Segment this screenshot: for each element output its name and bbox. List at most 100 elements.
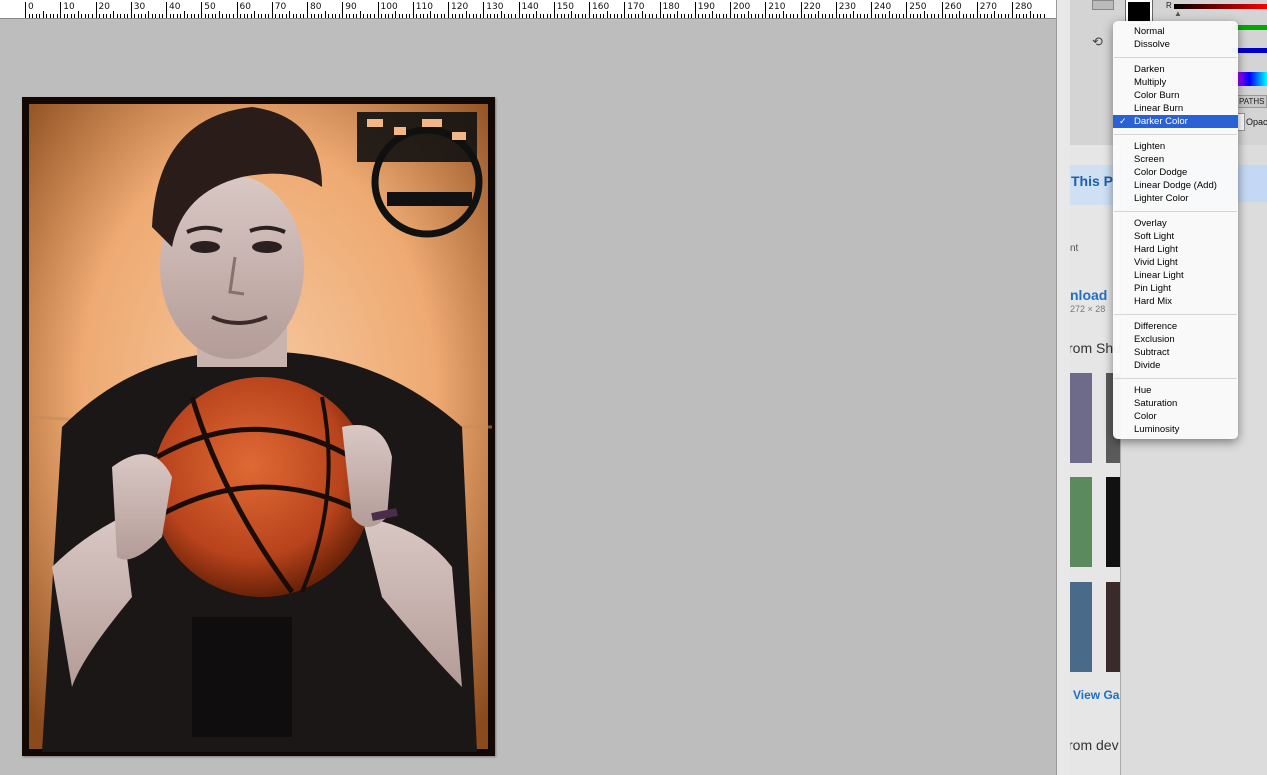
menu-item-label: Exclusion <box>1134 334 1175 345</box>
mini-button[interactable] <box>1092 0 1114 10</box>
blend-mode-pin-light[interactable]: Pin Light <box>1113 282 1238 295</box>
ruler-minor-tick <box>768 14 770 18</box>
ruler-minor-tick <box>514 14 516 18</box>
ruler-minor-tick <box>937 14 939 18</box>
ruler-minor-tick <box>726 14 728 18</box>
blend-mode-normal[interactable]: Normal <box>1113 25 1238 38</box>
ruler-major-tick <box>800 2 802 18</box>
blend-mode-lighten[interactable]: Lighten <box>1113 140 1238 153</box>
thumbnail[interactable] <box>1070 373 1092 463</box>
ruler-minor-tick <box>878 14 880 18</box>
ruler-minor-tick <box>426 14 428 18</box>
horizontal-ruler[interactable]: 0 10 20 30 40 50 60 70 80 90 100 110 120 130 140 150 160… <box>0 0 1056 19</box>
ruler-minor-tick <box>451 14 453 18</box>
blend-mode-color-burn[interactable]: Color Burn <box>1113 89 1238 102</box>
blend-mode-dissolve[interactable]: Dissolve <box>1113 38 1238 51</box>
ruler-minor-tick <box>895 14 897 18</box>
ruler-minor-tick <box>1004 14 1006 18</box>
blend-mode-saturation[interactable]: Saturation <box>1113 397 1238 410</box>
ruler-minor-tick <box>860 14 862 18</box>
ruler-major-tick <box>659 2 661 18</box>
ruler-minor-tick <box>945 14 947 18</box>
ruler-minor-tick <box>324 11 326 18</box>
slider-handle[interactable]: ▲ <box>1174 9 1182 18</box>
ruler-minor-tick <box>687 14 689 18</box>
blend-mode-color[interactable]: Color <box>1113 410 1238 423</box>
thumbnail[interactable] <box>1106 582 1120 672</box>
blend-mode-vivid-light[interactable]: Vivid Light <box>1113 256 1238 269</box>
blend-mode-hard-light[interactable]: Hard Light <box>1113 243 1238 256</box>
blend-mode-soft-light[interactable]: Soft Light <box>1113 230 1238 243</box>
ruler-minor-tick <box>109 14 111 18</box>
thumbnail[interactable] <box>1070 477 1092 567</box>
menu-item-label: Pin Light <box>1134 283 1171 294</box>
ruler-minor-tick <box>772 14 774 18</box>
blend-mode-linear-burn[interactable]: Linear Burn <box>1113 102 1238 115</box>
ruler-minor-tick <box>1040 14 1042 18</box>
blend-mode-divide[interactable]: Divide <box>1113 359 1238 372</box>
blend-mode-linear-light[interactable]: Linear Light <box>1113 269 1238 282</box>
ruler-minor-tick <box>779 14 781 18</box>
ruler-minor-tick <box>610 14 612 18</box>
canvas-vertical-scrollbar[interactable] <box>1056 0 1071 775</box>
ruler-minor-tick <box>913 14 915 18</box>
ruler-minor-tick <box>229 14 231 18</box>
blend-mode-exclusion[interactable]: Exclusion <box>1113 333 1238 346</box>
menu-item-label: Vivid Light <box>1134 257 1178 268</box>
ruler-minor-tick <box>208 14 210 18</box>
ruler-label: 10 <box>63 2 75 12</box>
ruler-minor-tick <box>497 14 499 18</box>
ruler-minor-tick <box>1015 14 1017 18</box>
blend-mode-screen[interactable]: Screen <box>1113 153 1238 166</box>
ruler-minor-tick <box>846 14 848 18</box>
ruler-minor-tick <box>74 14 76 18</box>
ruler-minor-tick <box>842 14 844 18</box>
blend-mode-subtract[interactable]: Subtract <box>1113 346 1238 359</box>
ruler-minor-tick <box>28 14 30 18</box>
blend-mode-menu[interactable]: Normal Dissolve Darken Multiply Color Burn Li… <box>1113 21 1238 439</box>
paths-tab[interactable]: PATHS <box>1236 95 1267 108</box>
ruler-minor-tick <box>169 14 171 18</box>
ruler-minor-tick <box>592 14 594 18</box>
ruler-minor-tick <box>881 14 883 18</box>
ruler-minor-tick <box>557 14 559 18</box>
blend-mode-hard-mix[interactable]: Hard Mix <box>1113 295 1238 308</box>
blend-mode-luminosity[interactable]: Luminosity <box>1113 423 1238 436</box>
ruler-minor-tick <box>381 14 383 18</box>
ruler-minor-tick <box>966 14 968 18</box>
ruler-minor-tick <box>257 14 259 18</box>
ruler-minor-tick <box>522 14 524 18</box>
ruler-minor-tick <box>472 14 474 18</box>
ruler-minor-tick <box>190 14 192 18</box>
ruler-minor-tick <box>1029 11 1031 18</box>
red-slider[interactable] <box>1174 4 1267 9</box>
ruler-minor-tick <box>814 14 816 18</box>
ruler-minor-tick <box>123 14 125 18</box>
ruler-minor-tick <box>303 14 305 18</box>
ruler-minor-tick <box>751 14 753 18</box>
ruler-minor-tick <box>796 14 798 18</box>
download-link[interactable]: nload <box>1070 287 1107 303</box>
document-image[interactable] <box>22 97 495 756</box>
blend-mode-hue[interactable]: Hue <box>1113 384 1238 397</box>
ruler-minor-tick <box>419 14 421 18</box>
ruler-minor-tick <box>737 14 739 18</box>
blend-mode-darker-color[interactable]: ✓ Darker Color <box>1113 115 1238 128</box>
view-gallery-link[interactable]: View Ga <box>1073 688 1119 702</box>
ruler-minor-tick <box>786 14 788 18</box>
blend-mode-overlay[interactable]: Overlay <box>1113 217 1238 230</box>
blend-mode-difference[interactable]: Difference <box>1113 320 1238 333</box>
thumbnail[interactable] <box>1070 582 1092 672</box>
blend-mode-linear-dodge-add[interactable]: Linear Dodge (Add) <box>1113 179 1238 192</box>
ruler-minor-tick <box>934 14 936 18</box>
blend-mode-color-dodge[interactable]: Color Dodge <box>1113 166 1238 179</box>
ruler-minor-tick <box>825 14 827 18</box>
ruler-minor-tick <box>32 14 34 18</box>
blend-mode-multiply[interactable]: Multiply <box>1113 76 1238 89</box>
history-icon[interactable]: ⟲ <box>1092 34 1103 50</box>
ruler-minor-tick <box>691 14 693 18</box>
blend-mode-lighter-color[interactable]: Lighter Color <box>1113 192 1238 205</box>
blend-mode-darken[interactable]: Darken <box>1113 63 1238 76</box>
thumbnail[interactable] <box>1106 477 1120 567</box>
ruler-minor-tick <box>789 14 791 18</box>
